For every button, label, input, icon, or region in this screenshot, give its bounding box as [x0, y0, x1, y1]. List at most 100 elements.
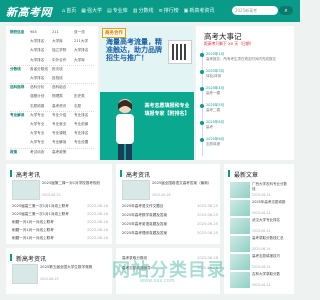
list-item[interactable]: 2025年高考理综真题及答案 2025-06-25 [122, 231, 218, 236]
menu-link[interactable]: 各省分数线 [30, 67, 52, 72]
nav-major[interactable]: ▤ 专业库 [107, 7, 128, 15]
title-accent [228, 170, 230, 177]
list-item[interactable]: 2025年高考英语真题及答案 2025-06-25 [122, 222, 218, 227]
nav-ranking[interactable]: ≡ 排行榜 [158, 7, 178, 15]
menu-link[interactable]: 专业前景 [74, 122, 96, 127]
list-item[interactable]: 刷题一对1对一对线上联考 2025-06-26 [12, 236, 108, 241]
nav-home[interactable]: ⌂ 首页 [62, 7, 76, 15]
menu-link[interactable]: 大学排名 [30, 48, 52, 53]
menu-link[interactable] [74, 150, 96, 155]
menu-link[interactable]: 投档线 [52, 76, 74, 81]
menu-link[interactable]: 211 [52, 30, 74, 35]
menu-link[interactable]: 985 [30, 30, 52, 35]
menu-link[interactable]: 大学专业 [30, 113, 52, 118]
article-thumbnail[interactable] [230, 200, 250, 216]
menu-link[interactable]: 批次线 [52, 67, 74, 72]
list-item[interactable]: 2025届高三第一次1对1对线上联考 2025-06-26 [12, 212, 108, 217]
article-title[interactable]: 吉林大学录取分数 [252, 272, 290, 277]
menu-link[interactable]: 大学专业 [30, 140, 52, 145]
article-title[interactable]: 高考录取分数线汇总 [252, 236, 290, 241]
article-thumbnail[interactable] [122, 180, 150, 200]
menu-category-label[interactable] [10, 58, 30, 63]
article-title[interactable]: 2025年高考志愿填报 [252, 200, 290, 205]
article-thumbnail[interactable] [230, 254, 250, 270]
menu-link[interactable]: 大学库 [52, 39, 74, 44]
site-logo[interactable]: 新高考网 [6, 4, 52, 20]
menu-link[interactable] [74, 76, 96, 81]
menu-link[interactable]: 历史类 [74, 94, 96, 99]
list-item[interactable]: 2025届高三第一次1对1对线上联考 2025-06-26 [12, 204, 108, 209]
menu-category-label[interactable] [10, 122, 30, 127]
menu-link[interactable]: 大学排名 [30, 39, 52, 44]
menu-link[interactable]: 专业设置 [74, 140, 96, 145]
menu-link[interactable]: 大学排名 [30, 76, 52, 81]
menu-link[interactable]: 大学排名 [74, 48, 96, 53]
menu-link[interactable]: 专业课程 [52, 131, 74, 136]
list-item[interactable]: 刷题一对1对一对线上联考 2025-06-26 [12, 228, 108, 233]
article-thumbnail[interactable] [12, 264, 38, 284]
featured-article-title[interactable]: 2025届第二弹一对1对学校报考规划 [42, 181, 108, 186]
menu-link[interactable]: 大学专业 [30, 122, 52, 127]
featured-article-title[interactable]: 2025届全国卷语文高考答案（最新） [152, 181, 216, 186]
featured-article-title[interactable]: 2025第五届全国大学生数学竞赛 [40, 265, 108, 270]
menu-link[interactable]: 独立学院 [52, 48, 74, 53]
menu-link[interactable]: 211大学 [74, 39, 96, 44]
menu-link[interactable]: 选科组合 [52, 85, 74, 90]
menu-category-label[interactable] [10, 104, 30, 109]
timeline-item[interactable]: 2025年3月 体检/体测 [206, 69, 290, 78]
menu-link[interactable]: 专业就业 [52, 122, 74, 127]
list-item[interactable]: 刷题一对1对一对线上联考 2025-06-26 [12, 220, 108, 225]
menu-category-label[interactable] [10, 131, 30, 136]
menu-link[interactable]: 高考政策 [52, 150, 74, 155]
menu-link[interactable]: 志愿填报 [30, 104, 52, 109]
menu-link[interactable]: 大学库 [74, 58, 96, 63]
menu-link[interactable]: 中外合作 [52, 58, 74, 63]
timeline-item[interactable]: 2025年1月 高考报名：所有考生须在规定时间内完成报名 [206, 52, 290, 61]
search-button[interactable]: ⌕ [279, 6, 293, 15]
list-item[interactable]: 2025年高考语文作文题目 2025-06-25 [122, 204, 218, 209]
timeline-item[interactable]: 2025年6月 高考 [206, 120, 290, 129]
menu-link[interactable] [74, 67, 96, 72]
article-title[interactable]: 高考志愿填报技巧 [252, 254, 290, 259]
menu-link[interactable]: 专业排名 [74, 131, 96, 136]
menu-link[interactable]: 考试动态 [30, 150, 52, 155]
menu-category-label[interactable] [10, 94, 30, 99]
menu-link[interactable]: 专业排名 [74, 113, 96, 118]
nav-university[interactable]: ▦ 强大学 [81, 7, 102, 15]
menu-link[interactable]: 志愿 [74, 104, 96, 109]
menu-link[interactable]: 强基计划 [30, 94, 52, 99]
list-item[interactable]: 2025年高考数学真题及答案 2025-06-25 [122, 213, 218, 218]
menu-link[interactable]: 双一流 [74, 30, 96, 35]
timeline-item[interactable]: 2025年4月 高考一模 [206, 86, 290, 95]
menu-link[interactable]: 专业介绍 [52, 113, 74, 118]
article-thumbnail[interactable] [12, 180, 40, 200]
article-thumbnail[interactable] [230, 218, 250, 234]
menu-link[interactable]: 大学排名 [30, 58, 52, 63]
article-thumbnail[interactable] [230, 182, 250, 198]
menu-link[interactable]: 物理类 [52, 94, 74, 99]
menu-category-label[interactable] [10, 39, 30, 44]
timeline-item[interactable]: 2025年6月 志愿填报 [206, 137, 290, 146]
menu-category-label[interactable]: 院校信息 [10, 30, 30, 35]
menu-category-label[interactable]: 分数线 [10, 67, 30, 72]
nav-news[interactable]: ▣ 新高考资讯 [184, 7, 215, 15]
article-thumbnail[interactable] [230, 236, 250, 252]
article-title[interactable]: 武汉大学专业排名 [252, 218, 290, 223]
promo-banner[interactable]: 商务合作 海量高考流量，精准触达，助力品牌招生与推广！ 高考志愿填报和专业填报专… [100, 26, 194, 160]
menu-category-label[interactable]: 专业解读 [10, 113, 30, 118]
search-input[interactable]: 2025新高考 [232, 6, 278, 15]
article-title[interactable]: 广西大学农科专业分数线 [252, 182, 290, 191]
menu-link[interactable]: 大学专业 [30, 131, 52, 136]
menu-category-label[interactable]: 选科指导 [10, 85, 30, 90]
menu-link[interactable] [74, 85, 96, 90]
menu-link[interactable]: 专业解读 [52, 140, 74, 145]
menu-link[interactable]: 选科分析 [30, 85, 52, 90]
article-thumbnail[interactable] [230, 272, 250, 288]
nav-score[interactable]: ▥ 分数线 [133, 7, 154, 15]
menu-category-label[interactable] [10, 48, 30, 53]
menu-link[interactable]: 高考资讯 [52, 104, 74, 109]
menu-category-label[interactable] [10, 140, 30, 145]
timeline-item[interactable]: 2025年5月 高考二模 [206, 103, 290, 112]
menu-category-label[interactable] [10, 76, 30, 81]
menu-category-label[interactable]: 政策 [10, 150, 30, 155]
